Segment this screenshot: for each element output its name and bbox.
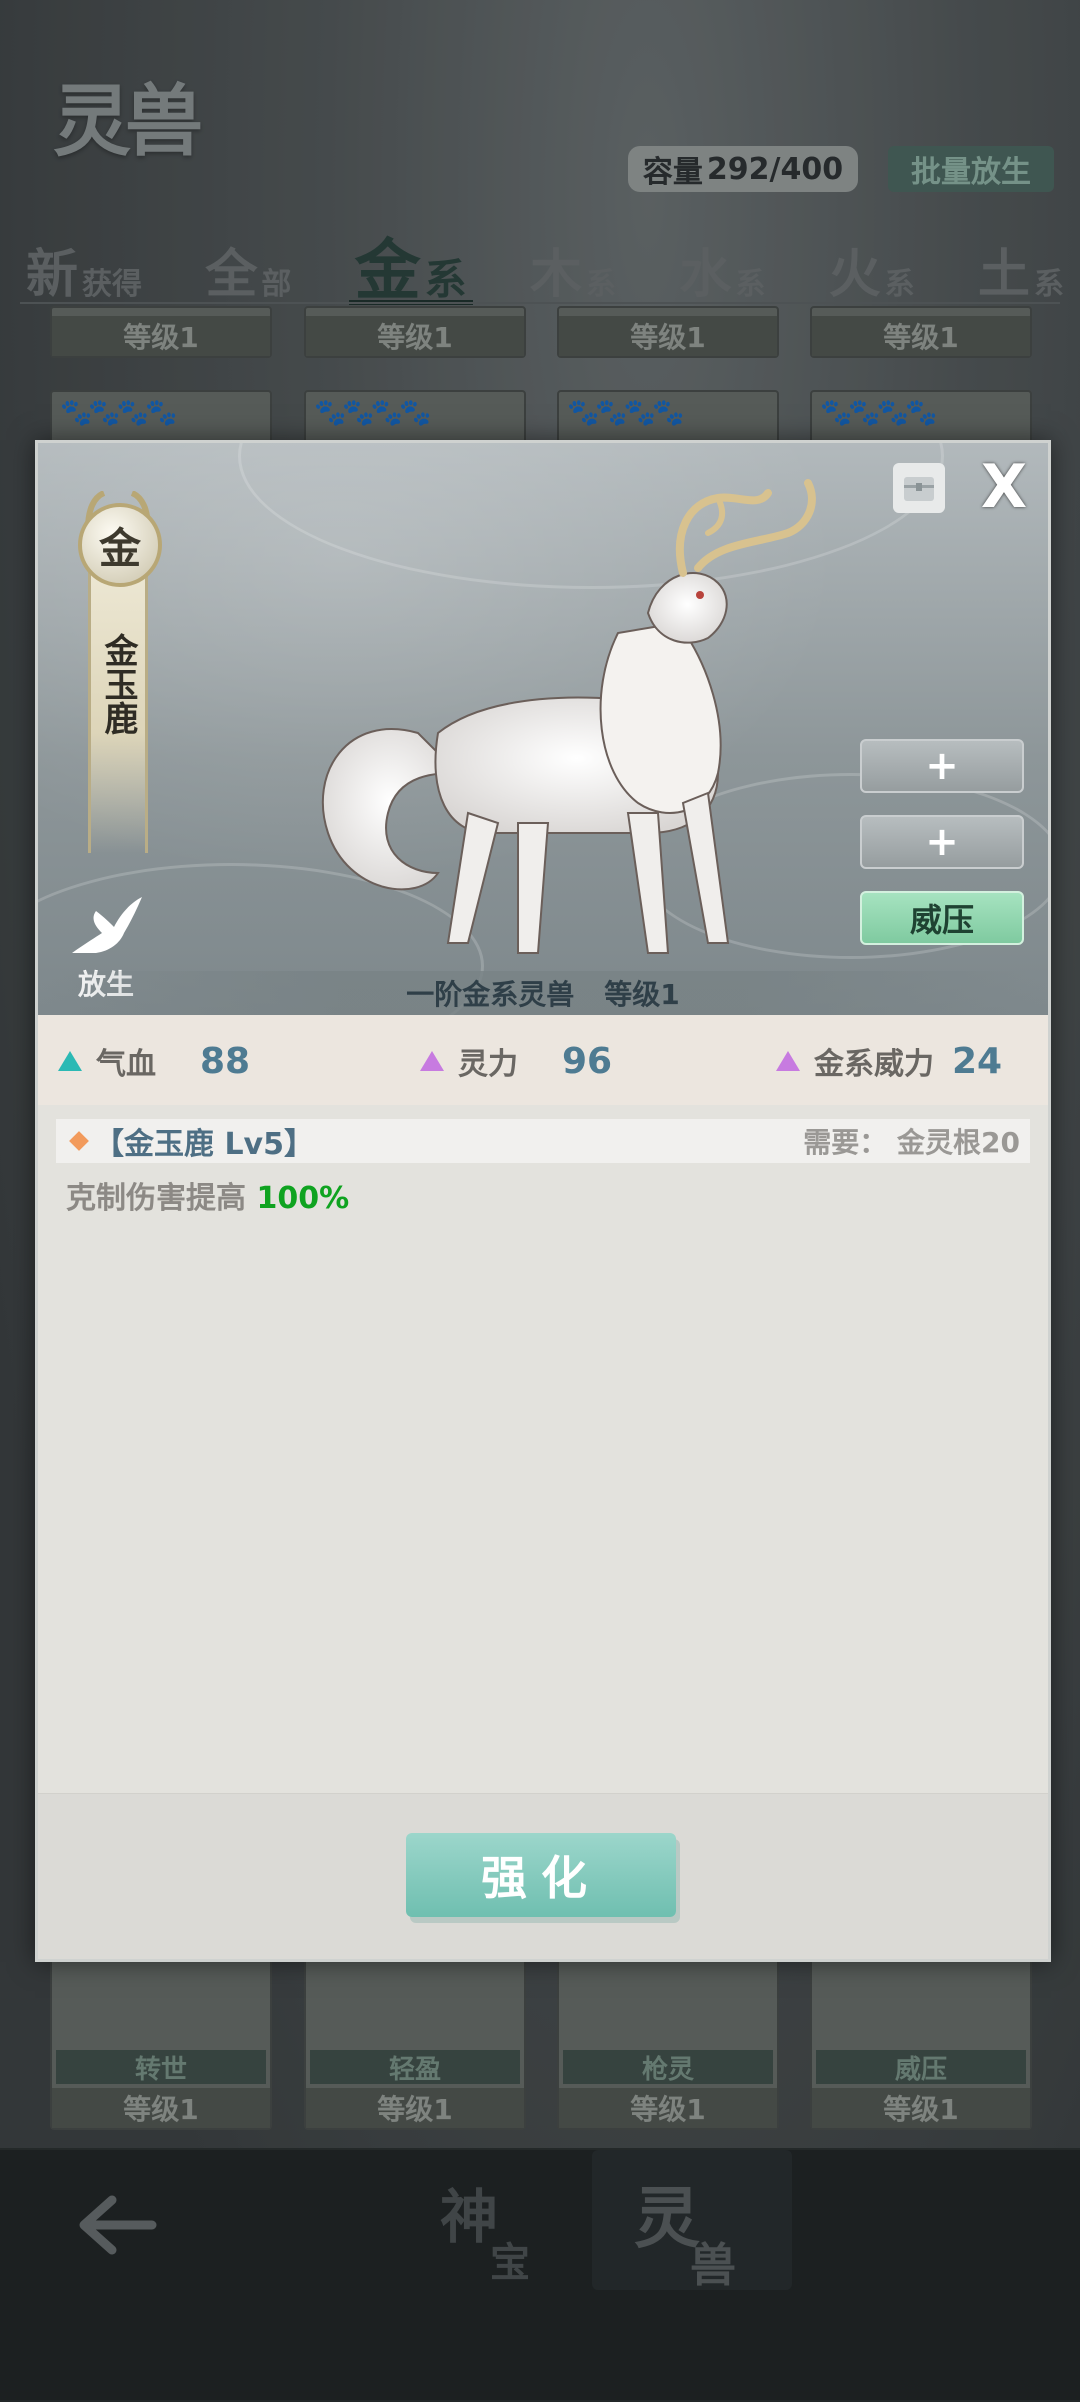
beast-rank: 一阶金系灵兽 <box>406 978 575 1011</box>
golden-jade-deer-illustration <box>321 479 816 954</box>
beast-detail-modal: 金 金玉鹿 放生 X <box>35 440 1051 1962</box>
skill-slot-add-button[interactable]: + <box>860 739 1024 793</box>
element-badge: 金 <box>78 503 162 587</box>
content-area <box>38 1183 1048 1663</box>
skill-slot-weiya[interactable]: 威压 <box>860 891 1024 945</box>
skill-header: 【金玉鹿 Lv5】 需要： 金灵根20 <box>56 1119 1030 1163</box>
beast-rank-caption: 一阶金系灵兽 等级1 <box>38 971 1048 1015</box>
stat-metal-power: 金系威力 24 <box>776 1039 1002 1083</box>
stat-label: 灵力 <box>458 1047 518 1082</box>
triangle-up-icon <box>776 1051 800 1071</box>
skill-title: 【金玉鹿 Lv5】 <box>94 1127 314 1162</box>
diamond-icon <box>69 1131 89 1151</box>
beast-level: 等级1 <box>604 978 680 1011</box>
stat-spirit: 灵力 96 <box>420 1039 612 1083</box>
stat-value: 24 <box>952 1040 1003 1082</box>
stat-value: 88 <box>200 1040 251 1082</box>
stat-hp: 气血 88 <box>58 1039 250 1083</box>
triangle-up-icon <box>420 1051 444 1071</box>
beast-portrait-area: 金 金玉鹿 放生 X <box>38 443 1048 1015</box>
stat-label: 气血 <box>96 1047 156 1082</box>
beast-name: 金玉鹿 <box>98 633 138 735</box>
stat-value: 96 <box>562 1040 613 1082</box>
skill-description: 克制伤害提高 100% <box>66 1181 350 1216</box>
skill-bonus-value: 100% <box>256 1181 350 1216</box>
dove-icon <box>72 897 142 953</box>
triangle-up-icon <box>58 1051 82 1071</box>
stats-row: 气血 88 灵力 96 金系威力 24 <box>38 1015 1048 1105</box>
skill-requirement: 需要： 金灵根20 <box>803 1126 1020 1159</box>
skill-slot-add-button[interactable]: + <box>860 815 1024 869</box>
stat-label: 金系威力 <box>814 1047 934 1082</box>
close-button[interactable]: X <box>976 457 1032 517</box>
chest-icon <box>904 477 934 501</box>
lock-button[interactable] <box>893 463 945 513</box>
enhance-button[interactable]: 强化 <box>406 1833 676 1917</box>
